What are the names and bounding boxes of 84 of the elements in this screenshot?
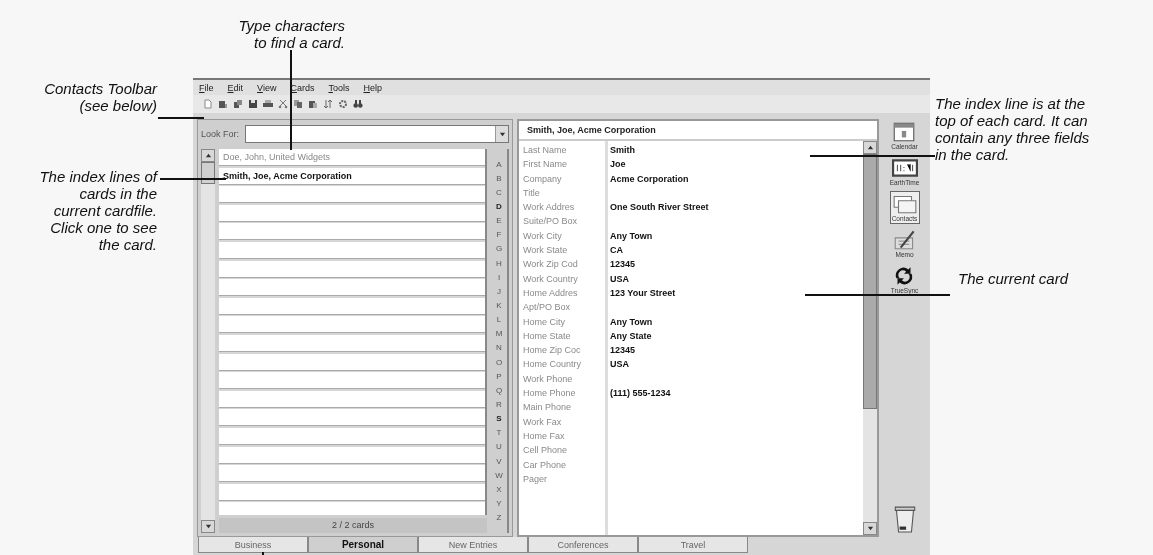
field-label: Company bbox=[522, 172, 563, 186]
field-label: Cell Phone bbox=[522, 444, 569, 458]
letter-tab[interactable]: W bbox=[495, 470, 503, 480]
field-label: Home Phone bbox=[522, 387, 577, 401]
letter-tab[interactable]: M bbox=[495, 329, 503, 339]
field-label: Home Zip Coc bbox=[522, 344, 582, 358]
letter-tab[interactable]: O bbox=[495, 357, 503, 367]
letter-tab[interactable]: H bbox=[496, 258, 502, 268]
letter-tab[interactable]: S bbox=[496, 414, 502, 424]
field-value[interactable]: One South River Street bbox=[605, 200, 709, 215]
field-label: Home Addres bbox=[522, 286, 579, 300]
tab[interactable]: Business bbox=[198, 537, 308, 553]
field-label: Home City bbox=[522, 315, 566, 329]
letter-tab[interactable]: V bbox=[496, 456, 502, 466]
menu-item[interactable]: Tools bbox=[328, 82, 350, 93]
field-value[interactable]: Any State bbox=[605, 328, 652, 344]
callout-text: Type characters to find a card. bbox=[237, 17, 345, 51]
letter-tab[interactable]: Z bbox=[496, 513, 502, 523]
callout-text: The index lines of cards in the current cardfile. Click one to see the card. bbox=[38, 168, 157, 253]
letter-tab[interactable]: Q bbox=[495, 385, 503, 395]
field-label: Pager bbox=[522, 472, 549, 486]
field-label: Work Zip Cod bbox=[522, 258, 579, 272]
letter-tab[interactable]: Y bbox=[496, 498, 502, 508]
card-index-line: Smith, Joe, Acme Corporation bbox=[519, 121, 877, 141]
field-value[interactable]: (111) 555-1234 bbox=[605, 386, 671, 401]
field-value[interactable]: CA bbox=[605, 243, 623, 258]
field-value[interactable]: 12345 bbox=[605, 257, 636, 272]
card-count: 2 / 2 cards bbox=[219, 518, 487, 533]
menu-item[interactable]: Edit bbox=[227, 82, 244, 93]
letter-tab[interactable]: D bbox=[496, 202, 502, 211]
letter-tab[interactable]: C bbox=[496, 187, 502, 197]
field-label: Work State bbox=[522, 244, 569, 258]
letter-tab[interactable]: T bbox=[496, 428, 502, 438]
field-value[interactable]: Any Town bbox=[605, 228, 653, 244]
field-value[interactable]: Any Town bbox=[605, 314, 653, 329]
callout-text: The current card bbox=[957, 270, 1070, 287]
field-label: Home Fax bbox=[522, 429, 566, 443]
letter-tab[interactable]: I bbox=[497, 272, 501, 282]
field-label: Work Country bbox=[522, 272, 579, 286]
field-value[interactable]: USA bbox=[605, 271, 629, 286]
letter-tab[interactable]: X bbox=[496, 484, 502, 494]
field-label: First Name bbox=[522, 158, 568, 172]
field-label: Work Addres bbox=[522, 201, 576, 215]
field-value[interactable]: 123 Your Street bbox=[605, 285, 676, 301]
tab[interactable]: New Entries bbox=[418, 537, 528, 553]
field-label: Suite/PO Box bbox=[522, 215, 579, 229]
menu-item[interactable]: File bbox=[199, 82, 214, 93]
field-value[interactable]: 12345 bbox=[605, 343, 636, 358]
field-label: Title bbox=[522, 186, 541, 200]
letter-tab[interactable]: A bbox=[496, 159, 502, 169]
field-label: Work Fax bbox=[522, 415, 563, 429]
tab[interactable]: Personal bbox=[308, 537, 418, 553]
field-value[interactable]: Acme Corporation bbox=[605, 171, 689, 186]
field-value[interactable]: USA bbox=[605, 357, 629, 372]
field-label: Car Phone bbox=[522, 458, 568, 472]
tab[interactable]: Travel bbox=[638, 537, 748, 553]
menu-item[interactable]: Help bbox=[363, 82, 382, 93]
field-label: Apt/PO Box bbox=[522, 301, 572, 315]
field-label: Work Phone bbox=[522, 372, 574, 386]
letter-tab[interactable]: R bbox=[496, 399, 502, 409]
letter-tab[interactable]: B bbox=[496, 173, 502, 183]
field-label: Work City bbox=[522, 229, 563, 243]
field-label: Last Name bbox=[522, 144, 568, 157]
field-label: Home Country bbox=[522, 358, 583, 372]
look-for-label: Look For: bbox=[201, 129, 240, 139]
callout-text: The index line is at the top of each card. It can contain any three fields in the card. bbox=[935, 95, 1091, 163]
callout-text: Contacts Toolbar (see below) bbox=[43, 80, 157, 114]
field-value[interactable]: Joe bbox=[605, 157, 626, 172]
letter-tab[interactable]: P bbox=[496, 371, 502, 381]
index-line[interactable]: Smith, Joe, Acme Corporation bbox=[219, 167, 485, 187]
field-label: Home State bbox=[522, 329, 572, 343]
letter-tab[interactable]: L bbox=[496, 315, 502, 325]
letter-tab[interactable]: E bbox=[496, 216, 502, 226]
letter-tab[interactable]: J bbox=[497, 286, 501, 296]
letter-tab[interactable]: G bbox=[495, 244, 503, 254]
letter-tab[interactable]: U bbox=[496, 442, 502, 452]
index-line[interactable]: Doe, John, United Widgets bbox=[219, 149, 485, 168]
tab[interactable]: Conferences bbox=[528, 537, 638, 553]
menu-item[interactable]: View bbox=[257, 82, 277, 93]
letter-tab[interactable]: K bbox=[496, 300, 502, 310]
letter-tab[interactable]: N bbox=[496, 343, 502, 353]
letter-tab[interactable]: F bbox=[496, 230, 502, 240]
field-value[interactable]: Smith bbox=[605, 143, 635, 158]
field-label: Main Phone bbox=[522, 401, 573, 415]
